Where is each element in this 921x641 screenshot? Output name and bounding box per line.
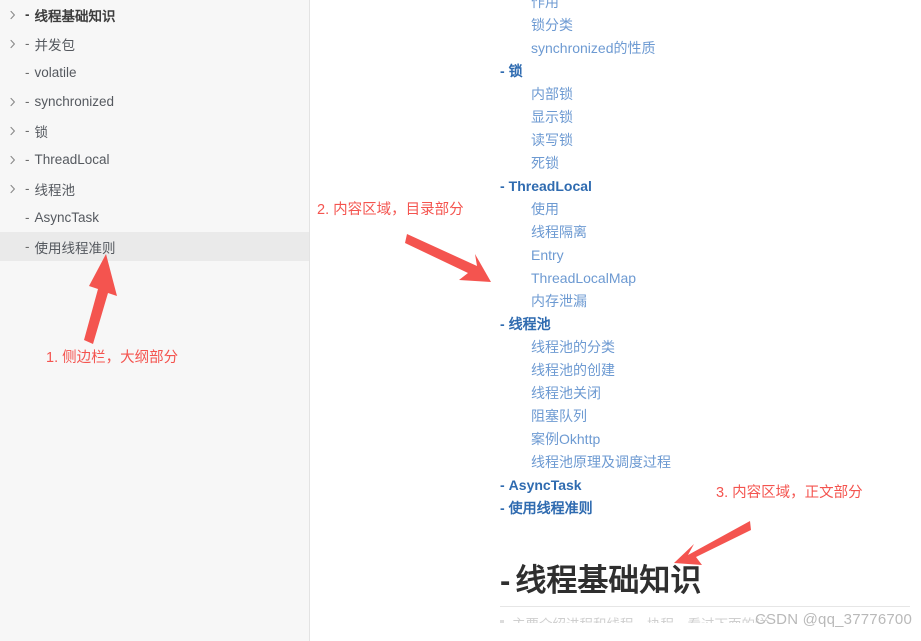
toc-link-label: 阻塞队列 (531, 407, 587, 424)
sidebar-item-6[interactable]: - 线程池 (0, 174, 309, 203)
toc-link-2[interactable]: synchronized的性质 (500, 36, 830, 59)
chevron-right-icon[interactable] (8, 39, 18, 49)
toc-link-label: synchronized的性质 (531, 39, 656, 56)
sidebar-item-dash: - (25, 210, 30, 225)
sidebar-item-5[interactable]: - ThreadLocal (0, 145, 309, 174)
toc-link-label: 线程池原理及调度过程 (531, 453, 671, 470)
toc-link-15[interactable]: 线程池的分类 (500, 335, 830, 358)
toc-dash: - (500, 476, 505, 493)
sidebar-item-label: 并发包 (34, 37, 76, 53)
sidebar-item-dash: - (25, 123, 30, 138)
toc-link-label: 作用 (531, 0, 559, 10)
toc-link-label: 使用 (531, 200, 559, 217)
toc-link-label: 内部锁 (531, 85, 573, 102)
toc-link-17[interactable]: 线程池关闭 (500, 381, 830, 404)
toc-link-14[interactable]: - 线程池 (500, 312, 830, 335)
sidebar-item-label: ThreadLocal (34, 152, 110, 167)
chevron-right-icon[interactable] (8, 10, 18, 20)
toc-link-0[interactable]: 作用 (500, 0, 830, 13)
toc-link-label: 线程隔离 (531, 223, 587, 240)
paragraph-marker-icon (500, 619, 504, 623)
annotation-label-2: 2. 内容区域，目录部分 (317, 202, 464, 218)
sidebar-item-2[interactable]: - volatile (0, 58, 309, 87)
toc-link-6[interactable]: 读写锁 (500, 128, 830, 151)
toc-link-8[interactable]: - ThreadLocal (500, 174, 830, 197)
sidebar-item-dash: - (25, 7, 30, 22)
sidebar-item-3[interactable]: - synchronized (0, 87, 309, 116)
sidebar-item-dash: - (25, 65, 30, 80)
toc-link-7[interactable]: 死锁 (500, 151, 830, 174)
toc-link-13[interactable]: 内存泄漏 (500, 289, 830, 312)
toc-link-label: 内存泄漏 (531, 292, 587, 309)
sidebar-item-label: synchronized (34, 94, 115, 109)
sidebar-item-8[interactable]: - 使用线程准则 (0, 232, 309, 261)
sidebar-item-dash: - (25, 181, 30, 196)
annotation-label-3: 3. 内容区域，正文部分 (716, 485, 863, 501)
sidebar-item-4[interactable]: -锁 (0, 116, 309, 145)
toc-link-9[interactable]: 使用 (500, 197, 830, 220)
toc-link-5[interactable]: 显示锁 (500, 105, 830, 128)
toc-link-4[interactable]: 内部锁 (500, 82, 830, 105)
toc-link-label: 锁分类 (531, 16, 573, 33)
sidebar-item-0[interactable]: - 线程基础知识 (0, 0, 309, 29)
chevron-right-icon[interactable] (8, 126, 18, 136)
annotation-arrow-3-icon (672, 519, 752, 569)
csdn-watermark: CSDN @qq_37776700 (754, 611, 912, 628)
toc-link-label: ThreadLocalMap (531, 269, 637, 286)
toc-dash: - (500, 499, 505, 516)
toc-link-label: Entry (531, 246, 564, 263)
chevron-right-icon[interactable] (8, 97, 18, 107)
annotation-arrow-1-icon (60, 252, 130, 347)
toc-link-label: 显示锁 (531, 108, 573, 125)
toc-dash: - (500, 315, 505, 332)
toc-link-label: 线程池的创建 (531, 361, 615, 378)
sidebar-item-label: 线程池 (34, 182, 76, 198)
toc-link-label: 线程池 (508, 315, 551, 332)
sidebar-outline-panel: - 线程基础知识 - 并发包 - volatile - synchronized - 锁 - Thre… (0, 0, 310, 641)
sidebar-item-label: AsyncTask (34, 210, 100, 225)
sidebar-item-7[interactable]: - AsyncTask (0, 203, 309, 232)
chevron-right-icon[interactable] (8, 155, 18, 165)
sidebar-item-dash: - (25, 152, 30, 167)
toc-link-3[interactable]: -锁 (500, 59, 830, 82)
toc-link-label: 案例Okhttp (531, 430, 601, 447)
toc-link-16[interactable]: 线程池的创建 (500, 358, 830, 381)
toc-link-label: AsyncTask (508, 476, 582, 493)
article-paragraph-text: 主要介绍进程和线程，协程，看过下面的详... (512, 617, 780, 623)
toc-link-label: ThreadLocal (508, 177, 592, 194)
sidebar-item-1[interactable]: - 并发包 (0, 29, 309, 58)
article-title-dash: - (500, 563, 511, 598)
toc-link-18[interactable]: 阻塞队列 (500, 404, 830, 427)
toc-link-1[interactable]: 锁分类 (500, 13, 830, 36)
chevron-right-icon[interactable] (8, 184, 18, 194)
toc-link-label: 读写锁 (531, 131, 573, 148)
content-table-of-contents: 作用 锁分类 synchronized的性质 - 锁内部锁 显示锁 读写锁 死锁 - Thread… (500, 0, 830, 519)
toc-link-10[interactable]: 线程隔离 (500, 220, 830, 243)
sidebar-item-dash: - (25, 94, 30, 109)
toc-dash: - (500, 177, 505, 194)
toc-link-label: 线程池关闭 (531, 384, 601, 401)
toc-link-label: 锁 (508, 62, 523, 79)
toc-link-19[interactable]: 案例Okhttp (500, 427, 830, 450)
toc-link-label: 死锁 (531, 154, 559, 171)
sidebar-item-dash: - (25, 36, 30, 51)
toc-link-label: 使用线程准则 (508, 499, 593, 516)
toc-link-11[interactable]: Entry (500, 243, 830, 266)
toc-link-label: 线程池的分类 (531, 338, 615, 355)
sidebar-item-label: 锁 (34, 124, 49, 140)
sidebar-item-dash: - (25, 239, 30, 254)
toc-link-20[interactable]: 线程池原理及调度过程 (500, 450, 830, 473)
toc-link-12[interactable]: ThreadLocalMap (500, 266, 830, 289)
sidebar-item-label: 线程基础知识 (34, 8, 116, 24)
article-title-divider (500, 605, 910, 607)
annotation-label-1: 1. 侧边栏，大纲部分 (46, 350, 179, 366)
toc-dash: - (500, 62, 505, 79)
annotation-arrow-2-icon (405, 232, 497, 288)
sidebar-item-label: volatile (34, 65, 77, 80)
